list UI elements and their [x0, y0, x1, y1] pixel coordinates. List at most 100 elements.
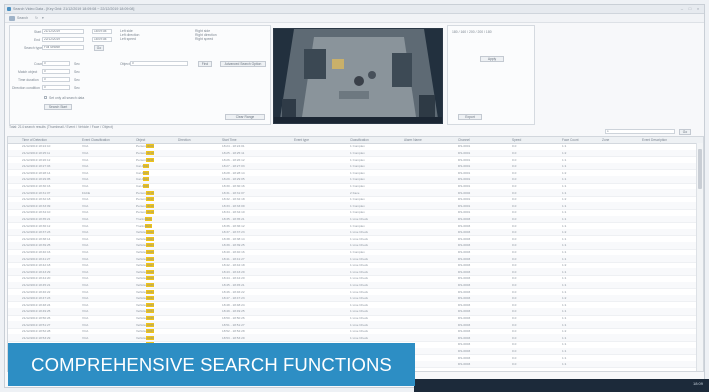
- object-field[interactable]: 0: [130, 61, 188, 66]
- close-button[interactable]: ×: [694, 6, 702, 11]
- table-cell: 21/12/2019 18:29:05: [22, 177, 51, 182]
- export-button[interactable]: Export: [458, 114, 482, 120]
- match-field[interactable]: 0: [42, 69, 70, 74]
- column-header[interactable]: Event type: [294, 138, 309, 142]
- start-date-field[interactable]: 21/12/2019: [42, 29, 84, 34]
- table-cell: DS-0003: [458, 322, 471, 327]
- table-cell: Vehicle-0029: [136, 276, 154, 281]
- video-preview[interactable]: [273, 28, 443, 124]
- table-cell: 18:46 - 18:46:22: [222, 289, 245, 294]
- table-cell: Vehicle-0023: [136, 236, 154, 241]
- direction-field[interactable]: 0: [42, 85, 70, 90]
- table-cell: 18:42 - 18:42:18: [222, 263, 245, 268]
- search-start-button[interactable]: Search Start: [44, 104, 72, 110]
- table-cell: Vehicle-0033: [136, 302, 154, 307]
- right-panel: 180 / 160 / 200 / 200 / 180 Apply Export: [447, 25, 535, 125]
- table-cell: 1:1: [562, 269, 567, 274]
- table-cell: Person-0017: [136, 197, 154, 202]
- time-duration-field[interactable]: 0: [42, 77, 70, 82]
- results-table: Time of Detection Event Classification O…: [7, 136, 704, 372]
- advanced-search-button[interactable]: Advanced Search Option: [220, 61, 266, 67]
- table-cell: 21/12/2019 18:48:24: [22, 302, 51, 307]
- scrollbar-thumb[interactable]: [698, 149, 702, 189]
- column-header[interactable]: Event Description: [642, 138, 667, 142]
- table-cell: 2 Face: [350, 190, 360, 195]
- end-label: End: [34, 38, 41, 42]
- search-icon[interactable]: [9, 15, 15, 21]
- page-input[interactable]: 1: [605, 129, 675, 134]
- column-header[interactable]: Alarm Name: [404, 138, 422, 142]
- table-cell: VCA: [82, 302, 89, 307]
- table-cell: 1 Line Check: [350, 322, 369, 327]
- table-cell: 18:30 - 18:30:16: [222, 183, 245, 188]
- options-icon[interactable]: ▾: [42, 16, 44, 21]
- table-cell: 1 Line Check: [350, 329, 369, 334]
- column-header[interactable]: Channel: [458, 138, 470, 142]
- table-cell: Vehicle-0026: [136, 256, 154, 261]
- column-one-item: Left speed: [120, 37, 136, 41]
- column-header[interactable]: Face Count: [562, 138, 578, 142]
- table-cell: VCA: [82, 177, 89, 182]
- table-cell: 18:25 - 18:25:11: [222, 150, 245, 155]
- end-time-field[interactable]: 18:09:08: [92, 37, 112, 42]
- refresh-icon[interactable]: ↻: [35, 16, 38, 21]
- table-cell: DS-0003: [458, 342, 471, 347]
- maximize-button[interactable]: □: [686, 6, 694, 11]
- table-scrollbar[interactable]: [696, 143, 703, 371]
- table-cell: 0.0: [512, 296, 517, 301]
- column-header[interactable]: Time of Detection: [22, 138, 47, 142]
- time-unit: Sec: [74, 78, 80, 82]
- table-cell: 18:53 - 18:53:29: [222, 335, 245, 340]
- table-cell: 1:1: [562, 177, 567, 182]
- table-cell: DS-0001: [458, 157, 471, 162]
- end-date-field[interactable]: 22/12/2019: [42, 37, 84, 42]
- minimize-button[interactable]: –: [678, 6, 686, 11]
- table-cell: 1:1: [562, 315, 567, 320]
- page-go-button[interactable]: Go: [679, 128, 691, 135]
- table-cell: Person-0018: [136, 203, 154, 208]
- table-cell: DS-0003: [458, 315, 471, 320]
- table-cell: DS-0003: [458, 302, 471, 307]
- table-cell: DS-0001: [458, 150, 471, 155]
- search-type-label: Search type: [24, 46, 43, 50]
- table-cell: 1:1: [562, 210, 567, 215]
- count-field[interactable]: 0: [42, 61, 70, 66]
- table-cell: VCA: [82, 329, 89, 334]
- table-cell: DS-0003: [458, 249, 471, 254]
- toolbar-search-label[interactable]: Search: [17, 16, 28, 21]
- table-cell: VCA: [82, 315, 89, 320]
- all-data-checkbox-label: Set only all search data: [49, 95, 85, 100]
- column-header[interactable]: Object: [136, 138, 145, 142]
- table-cell: Vehicle-0028: [136, 269, 154, 274]
- table-cell: 1:1: [562, 302, 567, 307]
- table-cell: Person-0009: [136, 144, 154, 149]
- column-header[interactable]: Classification: [350, 138, 369, 142]
- go-button[interactable]: Go: [94, 45, 104, 51]
- table-cell: 21/12/2019 18:42:18: [22, 263, 51, 268]
- all-data-checkbox[interactable]: [44, 96, 47, 99]
- column-header[interactable]: Start Time: [222, 138, 237, 142]
- table-cell: VCA: [82, 309, 89, 314]
- table-cell: 21/12/2019 18:45:21: [22, 282, 51, 287]
- table-cell: 1 Line Check: [350, 276, 369, 281]
- search-type-select[interactable]: Full Search: [42, 45, 84, 50]
- table-cell: DS-0003: [458, 216, 471, 221]
- column-header[interactable]: Direction: [178, 138, 191, 142]
- table-cell: 21/12/2019 18:26:12: [22, 157, 51, 162]
- table-cell: 0.0: [512, 236, 517, 241]
- table-cell: 18:31 - 18:31:07: [222, 190, 245, 195]
- clear-range-button[interactable]: Clear Range: [225, 114, 265, 120]
- column-header[interactable]: Zone: [602, 138, 609, 142]
- column-header[interactable]: Event Classification: [82, 138, 110, 142]
- table-cell: VCA: [82, 150, 89, 155]
- column-header[interactable]: Speed: [512, 138, 521, 142]
- table-cell: VCA: [82, 144, 89, 149]
- find-button[interactable]: Find: [198, 61, 212, 67]
- table-cell: 1 Complex: [350, 249, 365, 254]
- table-cell: 18:24 - 18:24:01: [222, 144, 245, 149]
- table-cell: 1:1: [562, 276, 567, 281]
- table-cell: 18:32 - 18:32:18: [222, 197, 245, 202]
- table-cell: 21/12/2019 18:28:14: [22, 170, 51, 175]
- apply-button[interactable]: Apply: [480, 56, 504, 62]
- start-time-field[interactable]: 18:09:08: [92, 29, 112, 34]
